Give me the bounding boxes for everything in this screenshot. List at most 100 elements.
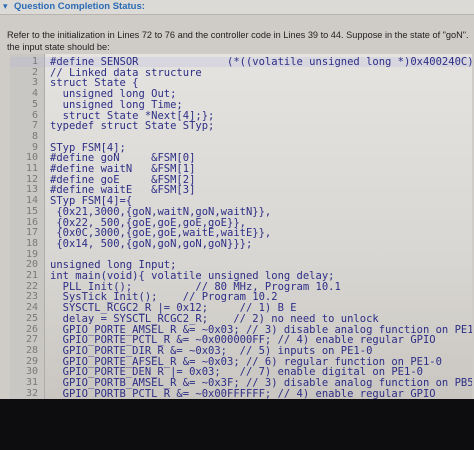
code-text: {0x22, 500,{goE,goE,goE,goE}}, [50, 216, 246, 229]
line-number: 11 [25, 163, 38, 174]
code-text: unsigned long Out; [50, 88, 177, 101]
code-line: 26 GPIO_PORTE_AMSEL_R &= ~0x03; // 3) di… [10, 323, 472, 336]
code-text: struct State { [50, 77, 139, 90]
code-text: {0x0C,3000,{goE,goE,waitE,waitE}}, [50, 227, 272, 240]
code-text: #define waitE &FSM[3] [50, 184, 196, 197]
line-number: 19 [25, 248, 38, 260]
code-text: GPIO_PORTE_DIR_R &= ~0x03; // 5) inputs … [50, 344, 373, 357]
line-number: 20 [25, 259, 38, 271]
code-text: STyp FSM[4]={ [50, 195, 133, 208]
code-line: 28 GPIO_PORTE_DIR_R &= ~0x03; // 5) inpu… [10, 344, 472, 357]
code-text: int main(void){ volatile unsigned long d… [50, 270, 335, 282]
line-number: 3 [31, 77, 38, 89]
code-line: 8 [10, 130, 472, 142]
line-number: 31 [25, 377, 38, 388]
code-text: GPIO_PORTB_AMSEL_R &= ~0x3F; // 3) disab… [50, 377, 472, 389]
line-number: 17 [25, 227, 38, 239]
code-line: 10 #define goN &FSM[0] [10, 152, 472, 165]
code-text: delay = SYSCTL_RCGC2_R; // 2) no need to… [50, 312, 379, 325]
code-line: 21 int main(void){ volatile unsigned long… [10, 270, 472, 282]
line-number: 2 [31, 66, 38, 78]
code-line: 3 struct State { [10, 77, 472, 90]
line-number: 14 [25, 195, 38, 207]
code-line: 27 GPIO_PORTE_PCTL_R &= ~0x000000FF; // … [10, 334, 472, 347]
screen-bezel [0, 399, 474, 450]
line-number: 23 [25, 291, 38, 303]
line-number: 6 [31, 109, 38, 121]
code-line: 15 {0x21,3000,{goN,waitN,goN,waitN}}, [10, 205, 472, 218]
code-line: 13 #define waitE &FSM[3] [10, 184, 472, 197]
code-line: 16 {0x22, 500,{goE,goE,goE,goE}}, [10, 216, 472, 229]
line-number: 4 [31, 88, 38, 100]
code-line: 24 SYSCTL_RCGC2_R |= 0x12; // 1) B E [10, 302, 472, 315]
line-number: 32 [25, 387, 38, 399]
code-line: 20 unsigned long Input; [10, 259, 472, 272]
code-text: struct State *Next[4];}; [50, 109, 215, 122]
line-number: 15 [25, 205, 38, 217]
code-line: 19 [10, 248, 472, 260]
code-text: GPIO_PORTE_AFSEL_R &= ~0x03; // 6) regul… [50, 355, 442, 368]
code-line: 22 PLL_Init(); // 80 MHz, Program 10.1 [10, 280, 472, 293]
code-line: 7 typedef struct State STyp; [10, 120, 472, 133]
code-text: #define goN &FSM[0] [50, 152, 196, 165]
code-listing-image: 1 #define SENSOR (*((volatile unsigned lo… [10, 54, 472, 399]
code-line: 23 SysTick_Init(); // Program 10.2 [10, 291, 472, 304]
code-text: STyp FSM[4]; [50, 141, 126, 154]
code-text: GPIO_PORTE_DEN_R |= 0x03; // 7) enable d… [50, 366, 423, 379]
line-number: 24 [25, 302, 38, 314]
code-text: {0x21,3000,{goN,waitN,goN,waitN}}, [50, 205, 272, 218]
code-line: 14 STyp FSM[4]={ [10, 195, 472, 208]
line-number: 25 [25, 312, 38, 324]
line-number: 22 [25, 280, 38, 292]
line-number: 7 [31, 120, 38, 132]
chevron-down-icon[interactable]: ▾ [3, 1, 8, 12]
code-text: #define goE &FSM[2] [50, 173, 196, 186]
line-number: 28 [25, 344, 38, 356]
line-number: 30 [25, 366, 38, 378]
line-number: 27 [25, 334, 38, 346]
line-number: 13 [25, 184, 38, 196]
code-line: 12 #define goE &FSM[2] [10, 173, 472, 186]
code-text: SYSCTL_RCGC2_R |= 0x12; // 1) B E [50, 302, 297, 315]
code-line: 6 struct State *Next[4];}; [10, 109, 472, 122]
code-text: unsigned long Time; [50, 98, 183, 111]
code-text: GPIO_PORTE_AMSEL_R &= ~0x03; // 3) disab… [50, 323, 472, 336]
line-number: 5 [31, 98, 38, 110]
line-number: 16 [25, 216, 38, 228]
line-number: 10 [25, 152, 38, 164]
question-status-header: ▾ Question Completion Status: [0, 0, 474, 15]
code-text: GPIO_PORTB_PCTL_R &= ~0x00FFFFFF; // 4) … [50, 387, 436, 399]
line-number: 29 [25, 355, 38, 367]
code-line: 18 {0x14, 500,{goN,goN,goN,goN}}}; [10, 237, 472, 250]
code-text: #define waitN &FSM[1] [50, 163, 196, 175]
line-number: 9 [31, 141, 38, 153]
code-line: 4 unsigned long Out; [10, 88, 472, 101]
code-text: unsigned long Input; [50, 259, 177, 272]
code-line: 2 // Linked data structure [10, 66, 472, 79]
code-line: 17 {0x0C,3000,{goE,goE,waitE,waitE}}, [10, 227, 472, 240]
question-text: Refer to the initialization in Lines 72 … [7, 30, 469, 52]
code-text: typedef struct State STyp; [50, 120, 215, 133]
line-number: 12 [25, 173, 38, 185]
code-text: {0x14, 500,{goN,goN,goN,goN}}}; [50, 237, 253, 250]
code-line: 1 #define SENSOR (*((volatile unsigned lo… [10, 57, 472, 67]
code-text: SysTick_Init(); // Program 10.2 [50, 291, 278, 304]
code-line: 11 #define waitN &FSM[1] [10, 163, 472, 175]
code-line: 32 GPIO_PORTB_PCTL_R &= ~0x00FFFFFF; // … [10, 387, 472, 399]
line-number: 8 [31, 130, 38, 142]
code-line: 25 delay = SYSCTL_RCGC2_R; // 2) no need… [10, 312, 472, 325]
code-line: 5 unsigned long Time; [10, 98, 472, 111]
code-line: 30 GPIO_PORTE_DEN_R |= 0x03; // 7) enabl… [10, 366, 472, 379]
line-number: 1 [31, 56, 38, 67]
code-text: GPIO_PORTE_PCTL_R &= ~0x000000FF; // 4) … [50, 334, 436, 347]
line-number: 21 [25, 270, 38, 281]
code-text: // Linked data structure [50, 66, 202, 79]
header-title: Question Completion Status: [14, 1, 145, 12]
code-line: 31 GPIO_PORTB_AMSEL_R &= ~0x3F; // 3) di… [10, 377, 472, 389]
line-number: 26 [25, 323, 38, 335]
code-text: #define SENSOR (*((volatile unsigned lon… [50, 56, 472, 68]
code-line: 9 STyp FSM[4]; [10, 141, 472, 154]
code-line: 29 GPIO_PORTE_AFSEL_R &= ~0x03; // 6) re… [10, 355, 472, 368]
code-text: PLL_Init(); // 80 MHz, Program 10.1 [50, 280, 341, 293]
line-number: 18 [25, 237, 38, 249]
